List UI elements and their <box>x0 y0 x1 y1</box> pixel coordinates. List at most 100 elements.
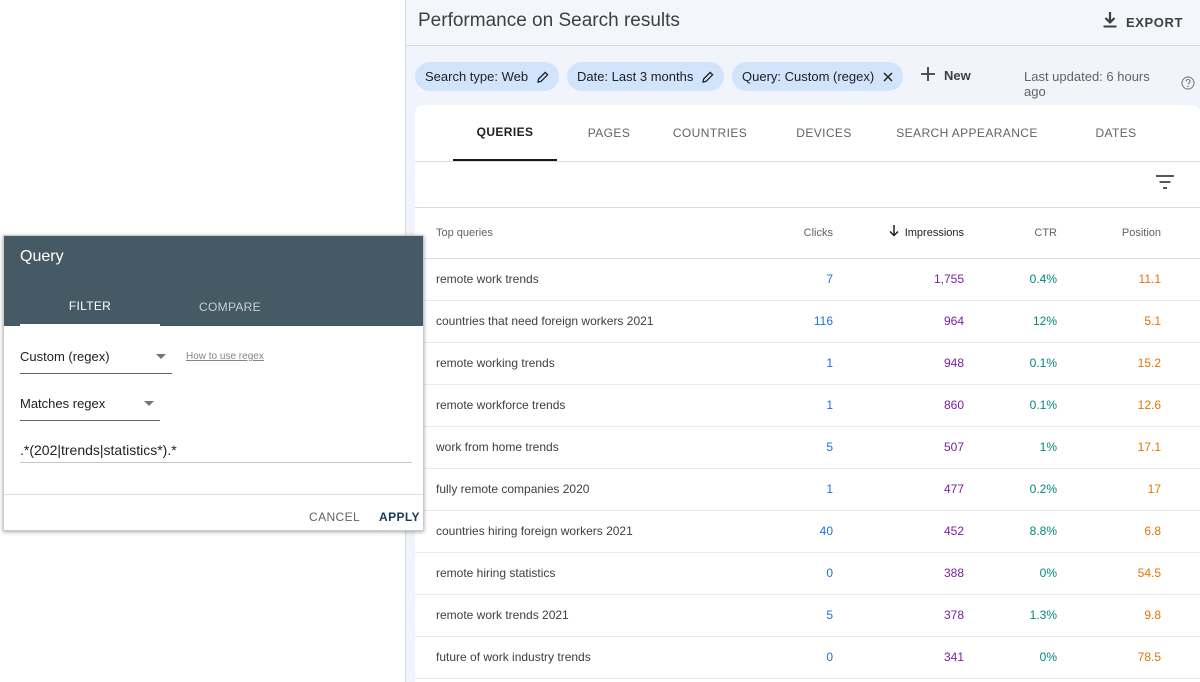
chip-query[interactable]: Query: Custom (regex) <box>732 62 904 91</box>
spacer-cell <box>1161 636 1200 679</box>
ctr-cell: 0.2% <box>964 468 1057 511</box>
chip-search-type[interactable]: Search type: Web <box>415 62 560 91</box>
clicks-cell: 0 <box>803 552 833 595</box>
tab-countries[interactable]: COUNTRIES <box>663 105 757 161</box>
new-label: New <box>944 68 971 83</box>
chip-date[interactable]: Date: Last 3 months <box>567 62 725 91</box>
table-row[interactable]: countries hiring foreign workers 2021 40… <box>415 510 1200 553</box>
impressions-cell: 860 <box>833 384 964 427</box>
header-position[interactable]: Position <box>1057 208 1161 259</box>
query-cell: countries hiring foreign workers 2021 <box>415 510 804 553</box>
header-impressions-label: Impressions <box>904 226 964 239</box>
query-cell: remote workforce trends <box>415 384 804 427</box>
table-row[interactable]: fully remote companies 2020 1 477 0.2% 1… <box>415 468 1200 511</box>
query-cell: remote working trends <box>415 342 804 385</box>
edit-icon[interactable] <box>537 70 549 83</box>
new-filter-button[interactable]: New <box>921 67 971 84</box>
table-row[interactable]: remote work trends 2021 5 378 1.3% 9.8 <box>415 594 1200 637</box>
clicks-cell: 1 <box>803 468 833 511</box>
tab-pages[interactable]: PAGES <box>565 105 653 161</box>
report-card: QUERIES PAGES COUNTRIES DEVICES SEARCH A… <box>415 105 1200 682</box>
filter-rows-icon[interactable] <box>1156 175 1174 194</box>
clicks-cell: 0 <box>803 636 833 679</box>
clicks-cell: 7 <box>803 258 833 301</box>
header-top-queries[interactable]: Top queries <box>415 208 804 259</box>
match-type-select[interactable]: Matches regex <box>20 387 160 421</box>
spacer-cell <box>1161 258 1200 301</box>
tab-devices[interactable]: DEVICES <box>780 105 868 161</box>
table-row[interactable]: remote hiring statistics 0 388 0% 54.5 <box>415 552 1200 595</box>
table-row[interactable]: future of work industry trends 0 341 0% … <box>415 636 1200 679</box>
position-cell: 78.5 <box>1057 636 1161 679</box>
dialog-divider <box>4 494 423 495</box>
page-title: Performance on Search results <box>418 10 680 31</box>
query-cell: future of work industry trends <box>415 636 804 679</box>
header-impressions[interactable]: Impressions <box>833 208 964 259</box>
position-cell: 54.5 <box>1057 552 1161 595</box>
match-type-value: Matches regex <box>20 396 106 411</box>
table-row[interactable]: remote work trends 7 1,755 0.4% 11.1 <box>415 258 1200 301</box>
header-spacer <box>1161 208 1200 259</box>
tab-compare[interactable]: COMPARE <box>160 288 300 326</box>
last-updated: Last updated: 6 hours ago <box>1024 69 1195 99</box>
table-header-row: Top queries Clicks Impressions CTR Posit… <box>415 208 1200 259</box>
table-row[interactable]: remote workforce trends 1 860 0.1% 12.6 <box>415 384 1200 427</box>
position-cell: 5.1 <box>1057 300 1161 343</box>
regex-input[interactable] <box>20 437 412 463</box>
last-updated-text: Last updated: 6 hours ago <box>1024 69 1150 99</box>
edit-icon[interactable] <box>702 70 714 83</box>
ctr-cell: 0% <box>964 636 1057 679</box>
position-cell: 17 <box>1057 468 1161 511</box>
tab-search-appearance[interactable]: SEARCH APPEARANCE <box>895 105 1039 161</box>
plus-icon <box>921 67 935 84</box>
ctr-cell: 0.1% <box>964 342 1057 385</box>
query-cell: remote hiring statistics <box>415 552 804 595</box>
header-clicks[interactable]: Clicks <box>803 208 833 259</box>
how-to-use-regex-link[interactable]: How to use regex <box>186 351 264 362</box>
tab-queries[interactable]: QUERIES <box>453 105 557 161</box>
impressions-cell: 341 <box>833 636 964 679</box>
ctr-cell: 12% <box>964 300 1057 343</box>
position-cell: 12.6 <box>1057 384 1161 427</box>
close-icon[interactable] <box>883 71 893 82</box>
cancel-button[interactable]: CANCEL <box>309 510 360 524</box>
spacer-cell <box>1161 342 1200 385</box>
position-cell: 6.8 <box>1057 510 1161 553</box>
apply-button[interactable]: APPLY <box>379 510 420 524</box>
download-icon <box>1102 11 1118 34</box>
export-button[interactable]: EXPORT <box>1102 11 1183 34</box>
dropdown-arrow-icon <box>156 354 166 359</box>
impressions-cell: 948 <box>833 342 964 385</box>
performance-panel: Performance on Search results EXPORT Sea… <box>405 0 1200 682</box>
spacer-cell <box>1161 552 1200 595</box>
help-icon[interactable] <box>1181 75 1195 93</box>
ctr-cell: 0.4% <box>964 258 1057 301</box>
impressions-cell: 477 <box>833 468 964 511</box>
ctr-cell: 0.1% <box>964 384 1057 427</box>
spacer-cell <box>1161 510 1200 553</box>
ctr-cell: 1% <box>964 426 1057 469</box>
tab-filter[interactable]: FILTER <box>20 288 160 326</box>
header-ctr[interactable]: CTR <box>964 208 1057 259</box>
clicks-cell: 116 <box>803 300 833 343</box>
filter-chips: Search type: Web Date: Last 3 months Que… <box>415 62 1195 99</box>
queries-table: Top queries Clicks Impressions CTR Posit… <box>415 208 1200 679</box>
query-cell: remote work trends 2021 <box>415 594 804 637</box>
header-clicks-label: Clicks <box>803 226 833 239</box>
filter-type-select[interactable]: Custom (regex) <box>20 340 172 374</box>
tab-dates[interactable]: DATES <box>1075 105 1157 161</box>
position-cell: 17.1 <box>1057 426 1161 469</box>
ctr-cell: 1.3% <box>964 594 1057 637</box>
dropdown-arrow-icon <box>144 401 154 406</box>
table-row[interactable]: work from home trends 5 507 1% 17.1 <box>415 426 1200 469</box>
clicks-cell: 1 <box>803 342 833 385</box>
table-toolbar <box>415 162 1200 208</box>
table-row[interactable]: remote working trends 1 948 0.1% 15.2 <box>415 342 1200 385</box>
report-tabs: QUERIES PAGES COUNTRIES DEVICES SEARCH A… <box>415 105 1200 162</box>
impressions-cell: 378 <box>833 594 964 637</box>
ctr-cell: 0% <box>964 552 1057 595</box>
table-row[interactable]: countries that need foreign workers 2021… <box>415 300 1200 343</box>
impressions-cell: 964 <box>833 300 964 343</box>
chip-label: Search type: Web <box>425 69 529 84</box>
impressions-cell: 1,755 <box>833 258 964 301</box>
